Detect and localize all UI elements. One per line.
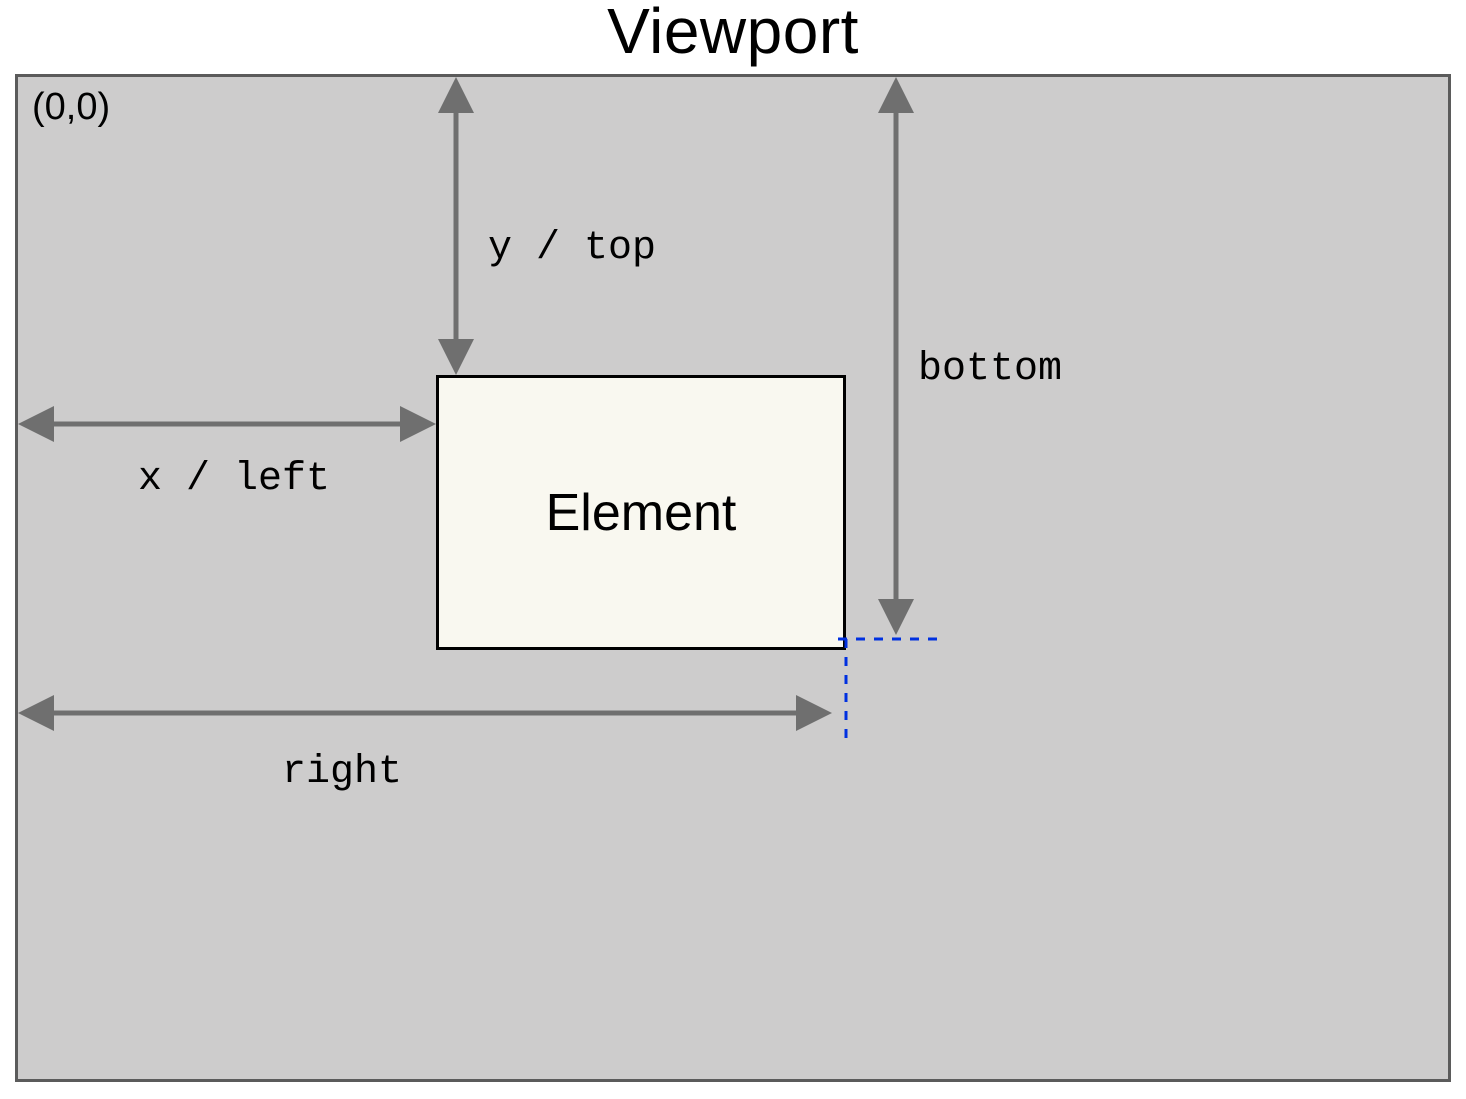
diagram-canvas: Viewport (0,0) Element (0, 0, 1466, 1099)
measure-x-left: x / left (138, 457, 330, 502)
dimension-arrows (18, 77, 1448, 1079)
diagram-title: Viewport (0, 0, 1466, 68)
measure-y-top: y / top (488, 226, 656, 271)
measure-bottom: bottom (918, 347, 1062, 392)
viewport-box: (0,0) Element y / top x / (15, 74, 1451, 1082)
measure-right: right (282, 750, 402, 795)
